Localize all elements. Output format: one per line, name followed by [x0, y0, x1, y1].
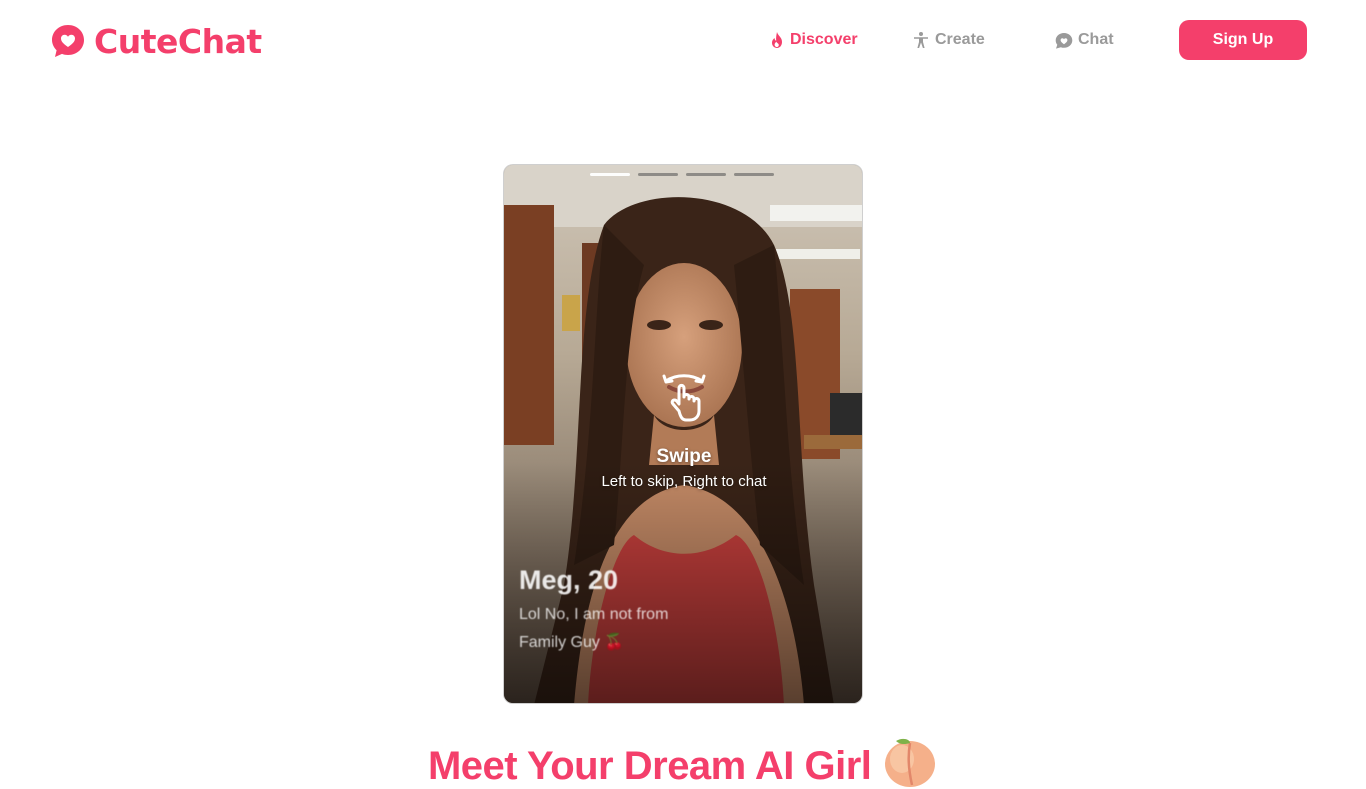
- hero-title-text: Meet Your Dream AI Girl: [427, 744, 872, 788]
- progress-segment: [590, 173, 630, 176]
- progress-segment: [686, 173, 726, 176]
- photo-progress: [590, 173, 774, 176]
- nav-label: Chat: [1078, 31, 1114, 48]
- profile-bio: Lol No, I am not from Family Guy 🍒: [519, 606, 669, 651]
- chat-bubble-icon: [1055, 33, 1073, 49]
- peach-icon: [885, 738, 936, 787]
- logo[interactable]: CuteChat: [50, 21, 262, 61]
- nav-create[interactable]: Create: [912, 28, 985, 52]
- brand-name: CuteChat: [94, 21, 262, 61]
- nav-discover[interactable]: Discover: [769, 28, 858, 52]
- flame-icon: [772, 32, 782, 48]
- sign-up-button[interactable]: Sign Up: [1179, 20, 1307, 60]
- swipe-gesture-icon: [662, 374, 706, 422]
- swipe-hint: Left to skip, Right to chat: [601, 473, 767, 490]
- profile-card[interactable]: Swipe Left to skip, Right to chat Meg, 2…: [503, 164, 863, 704]
- person-icon: [914, 32, 928, 48]
- site-header: CuteChat Discover Create Chat Sign Up: [0, 0, 1366, 80]
- chat-heart-logo-icon: [52, 25, 84, 57]
- hero-title: Meet Your Dream AI Girl: [0, 733, 1366, 789]
- progress-segment: [638, 173, 678, 176]
- nav-chat[interactable]: Chat: [1054, 28, 1114, 52]
- nav-label: Create: [935, 31, 985, 48]
- progress-segment: [734, 173, 774, 176]
- swipe-title: Swipe: [656, 446, 712, 467]
- nav-label: Discover: [790, 31, 858, 48]
- profile-name: Meg, 20: [519, 565, 619, 595]
